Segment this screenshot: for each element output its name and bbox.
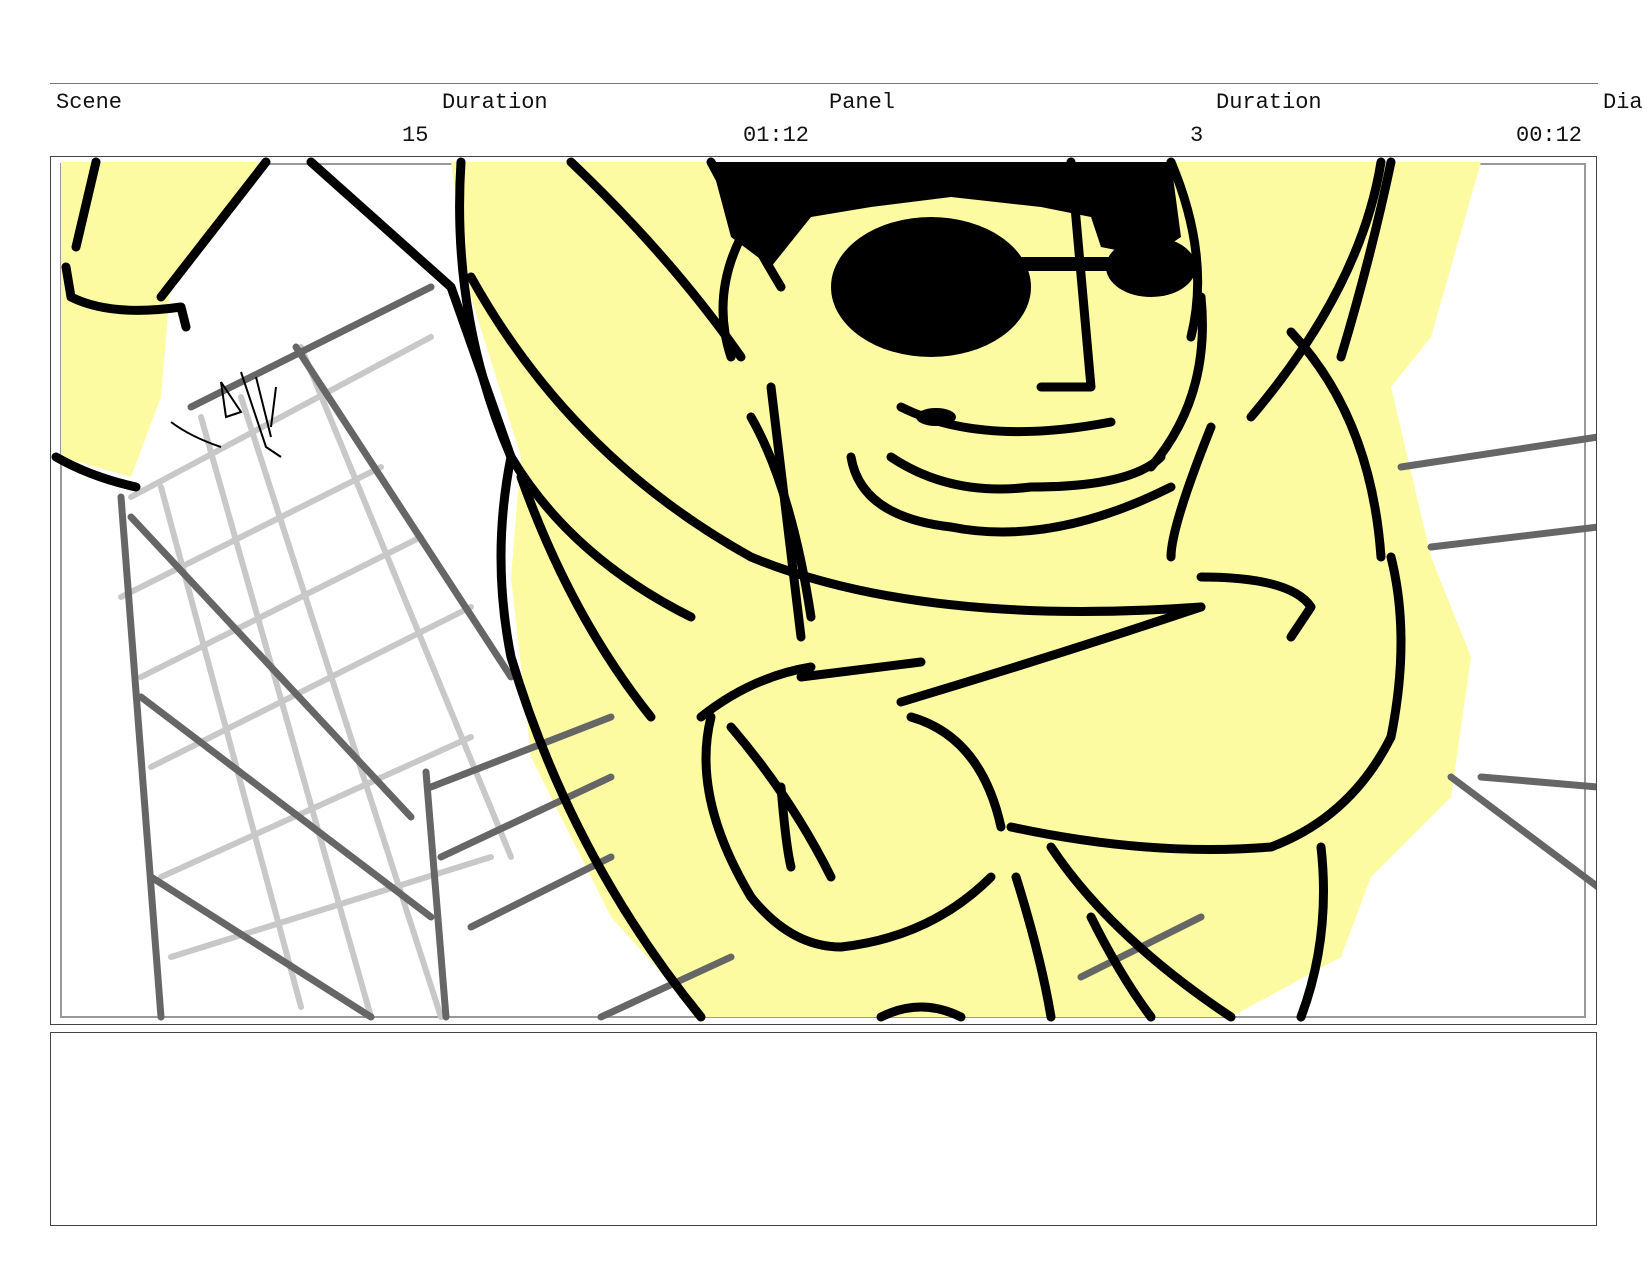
panel-duration-value: 00:12 — [1516, 123, 1583, 148]
header-top-rule — [50, 83, 1598, 84]
scene-duration-label: Duration — [442, 90, 548, 115]
yellow-fill — [61, 162, 1481, 1017]
storyboard-panel — [50, 156, 1597, 1025]
scene-label: Scene — [56, 90, 123, 115]
panel-number: 3 — [1190, 123, 1204, 148]
storyboard-sketch-image — [51, 157, 1596, 1022]
grid-lines — [118, 334, 514, 1020]
panel-label: Panel — [829, 90, 896, 115]
scene-duration-value: 01:12 — [743, 123, 810, 148]
panel-duration-label: Duration — [1216, 90, 1322, 115]
scene-number: 15 — [402, 123, 429, 148]
dialogue-label: Dia — [1603, 90, 1643, 115]
panel-notes-box[interactable] — [50, 1032, 1597, 1226]
